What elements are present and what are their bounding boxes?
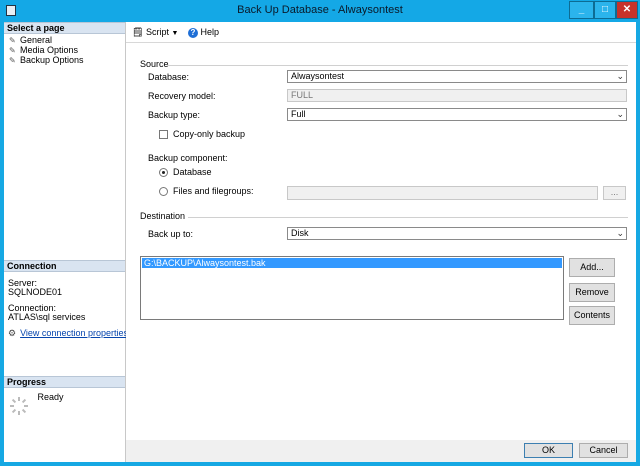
backup-to-select[interactable]: Disk ⌄ xyxy=(287,227,627,240)
database-select[interactable]: Alwaysontest ⌄ xyxy=(287,70,627,83)
connection-header: Connection xyxy=(4,260,125,272)
backup-type-label: Backup type: xyxy=(148,110,201,120)
minimize-button[interactable]: _ xyxy=(569,1,594,19)
database-select-value: Alwaysontest xyxy=(291,71,345,81)
select-page-header: Select a page xyxy=(4,22,125,34)
connection-properties-icon: ⚙ xyxy=(8,328,17,338)
component-files-radio[interactable] xyxy=(159,187,168,196)
view-connection-properties-link[interactable]: View connection properties xyxy=(20,328,128,338)
cancel-button[interactable]: Cancel xyxy=(579,443,628,458)
close-button[interactable]: ✕ xyxy=(616,1,638,19)
page-backup-options[interactable]: ✎ Backup Options xyxy=(9,55,84,65)
sidebar: Select a page ✎ General ✎ Media Options ✎ B… xyxy=(4,22,128,462)
filegroups-browse-button: ... xyxy=(603,186,626,200)
help-button[interactable]: ? Help xyxy=(188,26,219,38)
add-destination-button[interactable]: Add... xyxy=(569,258,615,277)
backup-to-label: Back up to: xyxy=(148,229,194,239)
script-icon: 🗒 xyxy=(132,27,144,37)
filegroups-textbox xyxy=(287,186,598,200)
dialog-body: Select a page ✎ General ✎ Media Options ✎ B… xyxy=(4,22,636,462)
title-bar[interactable]: Back Up Database - Alwaysontest _ □ ✕ xyxy=(0,0,640,22)
destination-list-item[interactable]: G:\BACKUP\Alwaysontest.bak xyxy=(142,258,562,268)
script-button[interactable]: 🗒 Script ▼ xyxy=(132,26,178,38)
chevron-down-icon: ⌄ xyxy=(616,109,624,119)
chevron-down-icon: ▼ xyxy=(171,30,179,37)
backup-type-value: Full xyxy=(291,109,306,119)
component-database-radio[interactable] xyxy=(159,168,168,177)
source-divider xyxy=(168,65,628,66)
chevron-down-icon: ⌄ xyxy=(616,228,624,238)
page-media-options[interactable]: ✎ Media Options xyxy=(9,45,78,55)
destination-list[interactable]: G:\BACKUP\Alwaysontest.bak xyxy=(140,256,564,320)
recovery-model-label: Recovery model: xyxy=(148,91,216,101)
connection-value: ATLAS\sql services xyxy=(8,312,86,322)
contents-button[interactable]: Contents xyxy=(569,306,615,325)
backup-to-value: Disk xyxy=(291,228,309,238)
page-backup-options-label: Backup Options xyxy=(20,55,84,65)
page-general[interactable]: ✎ General xyxy=(9,35,52,45)
server-value: SQLNODE01 xyxy=(8,287,63,297)
dialog-footer: OK Cancel xyxy=(126,440,636,462)
window-title: Back Up Database - Alwaysontest xyxy=(237,4,403,16)
component-database-label[interactable]: Database xyxy=(173,167,212,178)
component-files-label[interactable]: Files and filegroups: xyxy=(173,186,254,197)
general-page: 🗒 Script ▼ ? Help Source Database: Alway… xyxy=(126,22,636,440)
copy-only-checkbox[interactable] xyxy=(159,130,168,139)
database-label: Database: xyxy=(148,72,190,82)
progress-status-text: Ready xyxy=(37,392,64,403)
recovery-model-field: FULL xyxy=(287,89,627,102)
remove-destination-button[interactable]: Remove xyxy=(569,283,615,302)
dialog-window: Back Up Database - Alwaysontest _ □ ✕ Se… xyxy=(0,0,640,466)
page-media-options-label: Media Options xyxy=(20,45,79,55)
backup-component-label: Backup component: xyxy=(148,153,228,163)
toolbar: 🗒 Script ▼ ? Help xyxy=(126,22,636,43)
recovery-model-value: FULL xyxy=(291,90,314,100)
help-icon: ? xyxy=(188,27,198,38)
help-label: Help xyxy=(200,27,220,37)
view-connection-properties[interactable]: ⚙ View connection properties xyxy=(8,328,128,338)
maximize-button[interactable]: □ xyxy=(594,1,616,19)
copy-only-label[interactable]: Copy-only backup xyxy=(173,129,245,140)
progress-status: Ready xyxy=(8,392,64,417)
progress-header: Progress xyxy=(4,376,125,388)
page-general-label: General xyxy=(20,35,53,45)
chevron-down-icon: ⌄ xyxy=(616,71,624,81)
destination-divider xyxy=(188,217,628,218)
source-section-label: Source xyxy=(140,59,169,69)
ok-button[interactable]: OK xyxy=(524,443,573,458)
destination-section-label: Destination xyxy=(140,211,186,221)
wrench-icon: ✎ xyxy=(9,56,16,65)
progress-spinner-icon xyxy=(10,397,28,415)
script-label: Script xyxy=(145,27,169,37)
backup-type-select[interactable]: Full ⌄ xyxy=(287,108,627,121)
